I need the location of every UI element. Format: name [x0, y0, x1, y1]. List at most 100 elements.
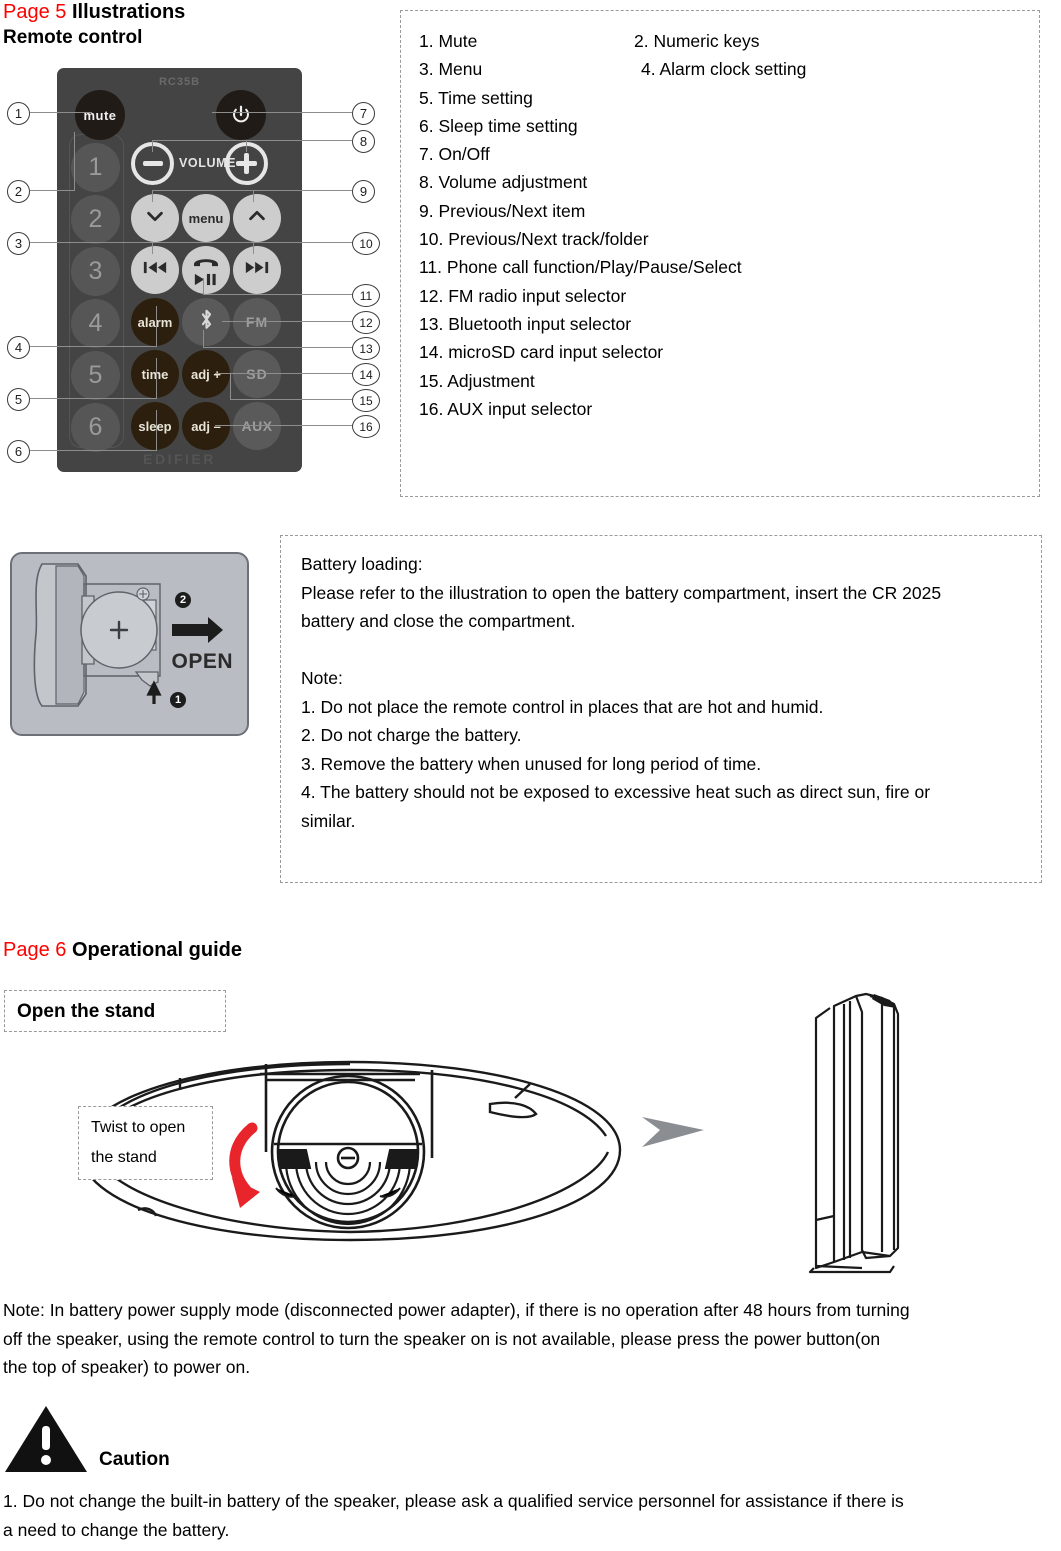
leader-line-7 [212, 112, 352, 114]
leader-line-11-vert [203, 278, 205, 295]
remote-control-subheading: Remote control [3, 27, 143, 48]
legend-item-13: 13. Bluetooth input selector [419, 313, 632, 334]
button-previous-item[interactable] [131, 194, 179, 242]
button-sleep[interactable]: sleep [131, 402, 179, 450]
button-play-pause-call[interactable] [182, 246, 230, 294]
power-icon [230, 104, 252, 126]
button-alarm[interactable]: alarm [131, 298, 179, 346]
button-power[interactable] [216, 90, 266, 140]
next-track-icon [244, 260, 270, 280]
callout-7-label: 7 [359, 106, 368, 121]
leader-line-4 [30, 346, 157, 348]
button-num-2[interactable]: 2 [71, 195, 120, 244]
callout-1-label: 1 [14, 106, 23, 121]
phone-call-icon [192, 254, 220, 272]
remote-legend-panel: 1. Mute 2. Numeric keys 3. Menu 4. Alarm c… [400, 10, 1040, 497]
legend-item-11: 11. Phone call function/Play/Pause/Selec… [419, 257, 742, 278]
callout-2: 2 [7, 180, 30, 203]
callout-13: 13 [352, 337, 380, 360]
button-sleep-label: sleep [138, 418, 172, 434]
callout-11-label: 11 [359, 288, 373, 303]
callout-16-label: 16 [359, 419, 373, 434]
leader-line-8-vert-b [246, 140, 248, 152]
callout-6: 6 [7, 440, 30, 463]
button-mute[interactable]: mute [75, 90, 125, 140]
battery-note-2: 2. Do not charge the battery. [301, 725, 522, 745]
button-num-6[interactable]: 6 [71, 403, 120, 452]
button-num-4[interactable]: 4 [71, 299, 120, 348]
button-previous-track[interactable] [131, 246, 179, 294]
twist-line-1: Twist to open [91, 1119, 186, 1136]
callout-10-label: 10 [359, 236, 373, 251]
battery-compartment-illustration: OPEN 2 1 [10, 552, 249, 736]
button-time-label: time [141, 366, 169, 382]
open-the-stand-box: Open the stand [4, 990, 226, 1032]
leader-line-6 [30, 450, 157, 452]
button-num-2-label: 2 [88, 205, 103, 233]
leader-line-14 [222, 373, 352, 375]
callout-11: 11 [352, 284, 380, 307]
leader-line-10 [152, 242, 352, 244]
callout-14: 14 [352, 363, 380, 386]
leader-line-2 [30, 190, 75, 192]
leader-line-15 [230, 399, 352, 401]
callout-13-label: 13 [359, 341, 373, 356]
callout-8-label: 8 [359, 134, 368, 149]
leader-line-6-vert [156, 410, 158, 451]
button-num-5[interactable]: 5 [71, 351, 120, 400]
operational-note-paragraph: Note: In battery power supply mode (disc… [3, 1296, 1058, 1382]
legend-item-7: 7. On/Off [419, 144, 490, 165]
warning-triangle-icon [3, 1404, 89, 1479]
battery-note-4: 4. The battery should not be exposed to … [301, 782, 931, 802]
button-next-track[interactable] [233, 246, 281, 294]
legend-item-14: 14. microSD card input selector [419, 342, 664, 363]
leader-line-15-stub [215, 373, 231, 375]
previous-track-icon [142, 260, 168, 280]
leader-line-16 [222, 425, 352, 427]
button-time[interactable]: time [131, 350, 179, 398]
caution-item-1-cont: a need to change the battery. [3, 1519, 230, 1540]
play-pause-icon [193, 273, 219, 291]
legend-row-3-4: 3. Menu 4. Alarm clock setting [419, 55, 1039, 83]
callout-9-label: 9 [359, 184, 368, 199]
legend-item-16: 16. AUX input selector [419, 398, 593, 419]
callout-8: 8 [352, 130, 375, 153]
caution-item-1: 1. Do not change the built-in battery of… [3, 1491, 904, 1511]
leader-line-15-vert [230, 373, 232, 399]
legend-item-2: 2. Numeric keys [634, 31, 760, 51]
open-label: OPEN [171, 650, 233, 673]
operational-note-line-3: the top of speaker) to power on. [3, 1357, 251, 1377]
callout-5-label: 5 [14, 392, 23, 407]
twist-to-open-label-box: Twist to open the stand [78, 1106, 213, 1180]
minus-icon [142, 161, 163, 166]
battery-step-2-label: 2 [179, 594, 187, 606]
button-next-item[interactable] [233, 194, 281, 242]
legend-item-3: 3. Menu [419, 59, 483, 80]
plus-icon [236, 153, 257, 174]
leader-line-8-vert [152, 140, 154, 152]
battery-compartment-drawing [33, 563, 223, 707]
leader-line-12 [222, 321, 352, 323]
button-menu[interactable]: menu [182, 194, 230, 242]
operational-note-line-1: Note: In battery power supply mode (disc… [3, 1300, 910, 1320]
legend-item-5: 5. Time setting [419, 87, 533, 108]
button-num-6-label: 6 [88, 413, 103, 441]
leader-line-9 [152, 190, 352, 192]
button-num-4-label: 4 [88, 309, 103, 337]
leader-line-8 [152, 140, 352, 142]
legend-item-8: 8. Volume adjustment [419, 172, 588, 193]
remote-control-illustration: RC35B EDIFIER mute 1 2 3 4 5 6 VOLUME me… [57, 68, 302, 472]
button-mute-label: mute [83, 107, 117, 123]
callout-4: 4 [7, 336, 30, 359]
callout-12-label: 12 [359, 315, 373, 330]
button-num-1[interactable]: 1 [71, 143, 120, 192]
operational-note-line-2: off the speaker, using the remote contro… [3, 1328, 881, 1349]
legend-item-4: 4. Alarm clock setting [641, 59, 807, 80]
button-menu-label: menu [188, 210, 224, 226]
leader-line-16-stub [215, 425, 231, 427]
bluetooth-icon [198, 307, 215, 338]
battery-note-4-cont: similar. [301, 810, 356, 831]
button-num-3[interactable]: 3 [71, 247, 120, 296]
battery-note-1: 1. Do not place the remote control in pl… [301, 696, 824, 717]
